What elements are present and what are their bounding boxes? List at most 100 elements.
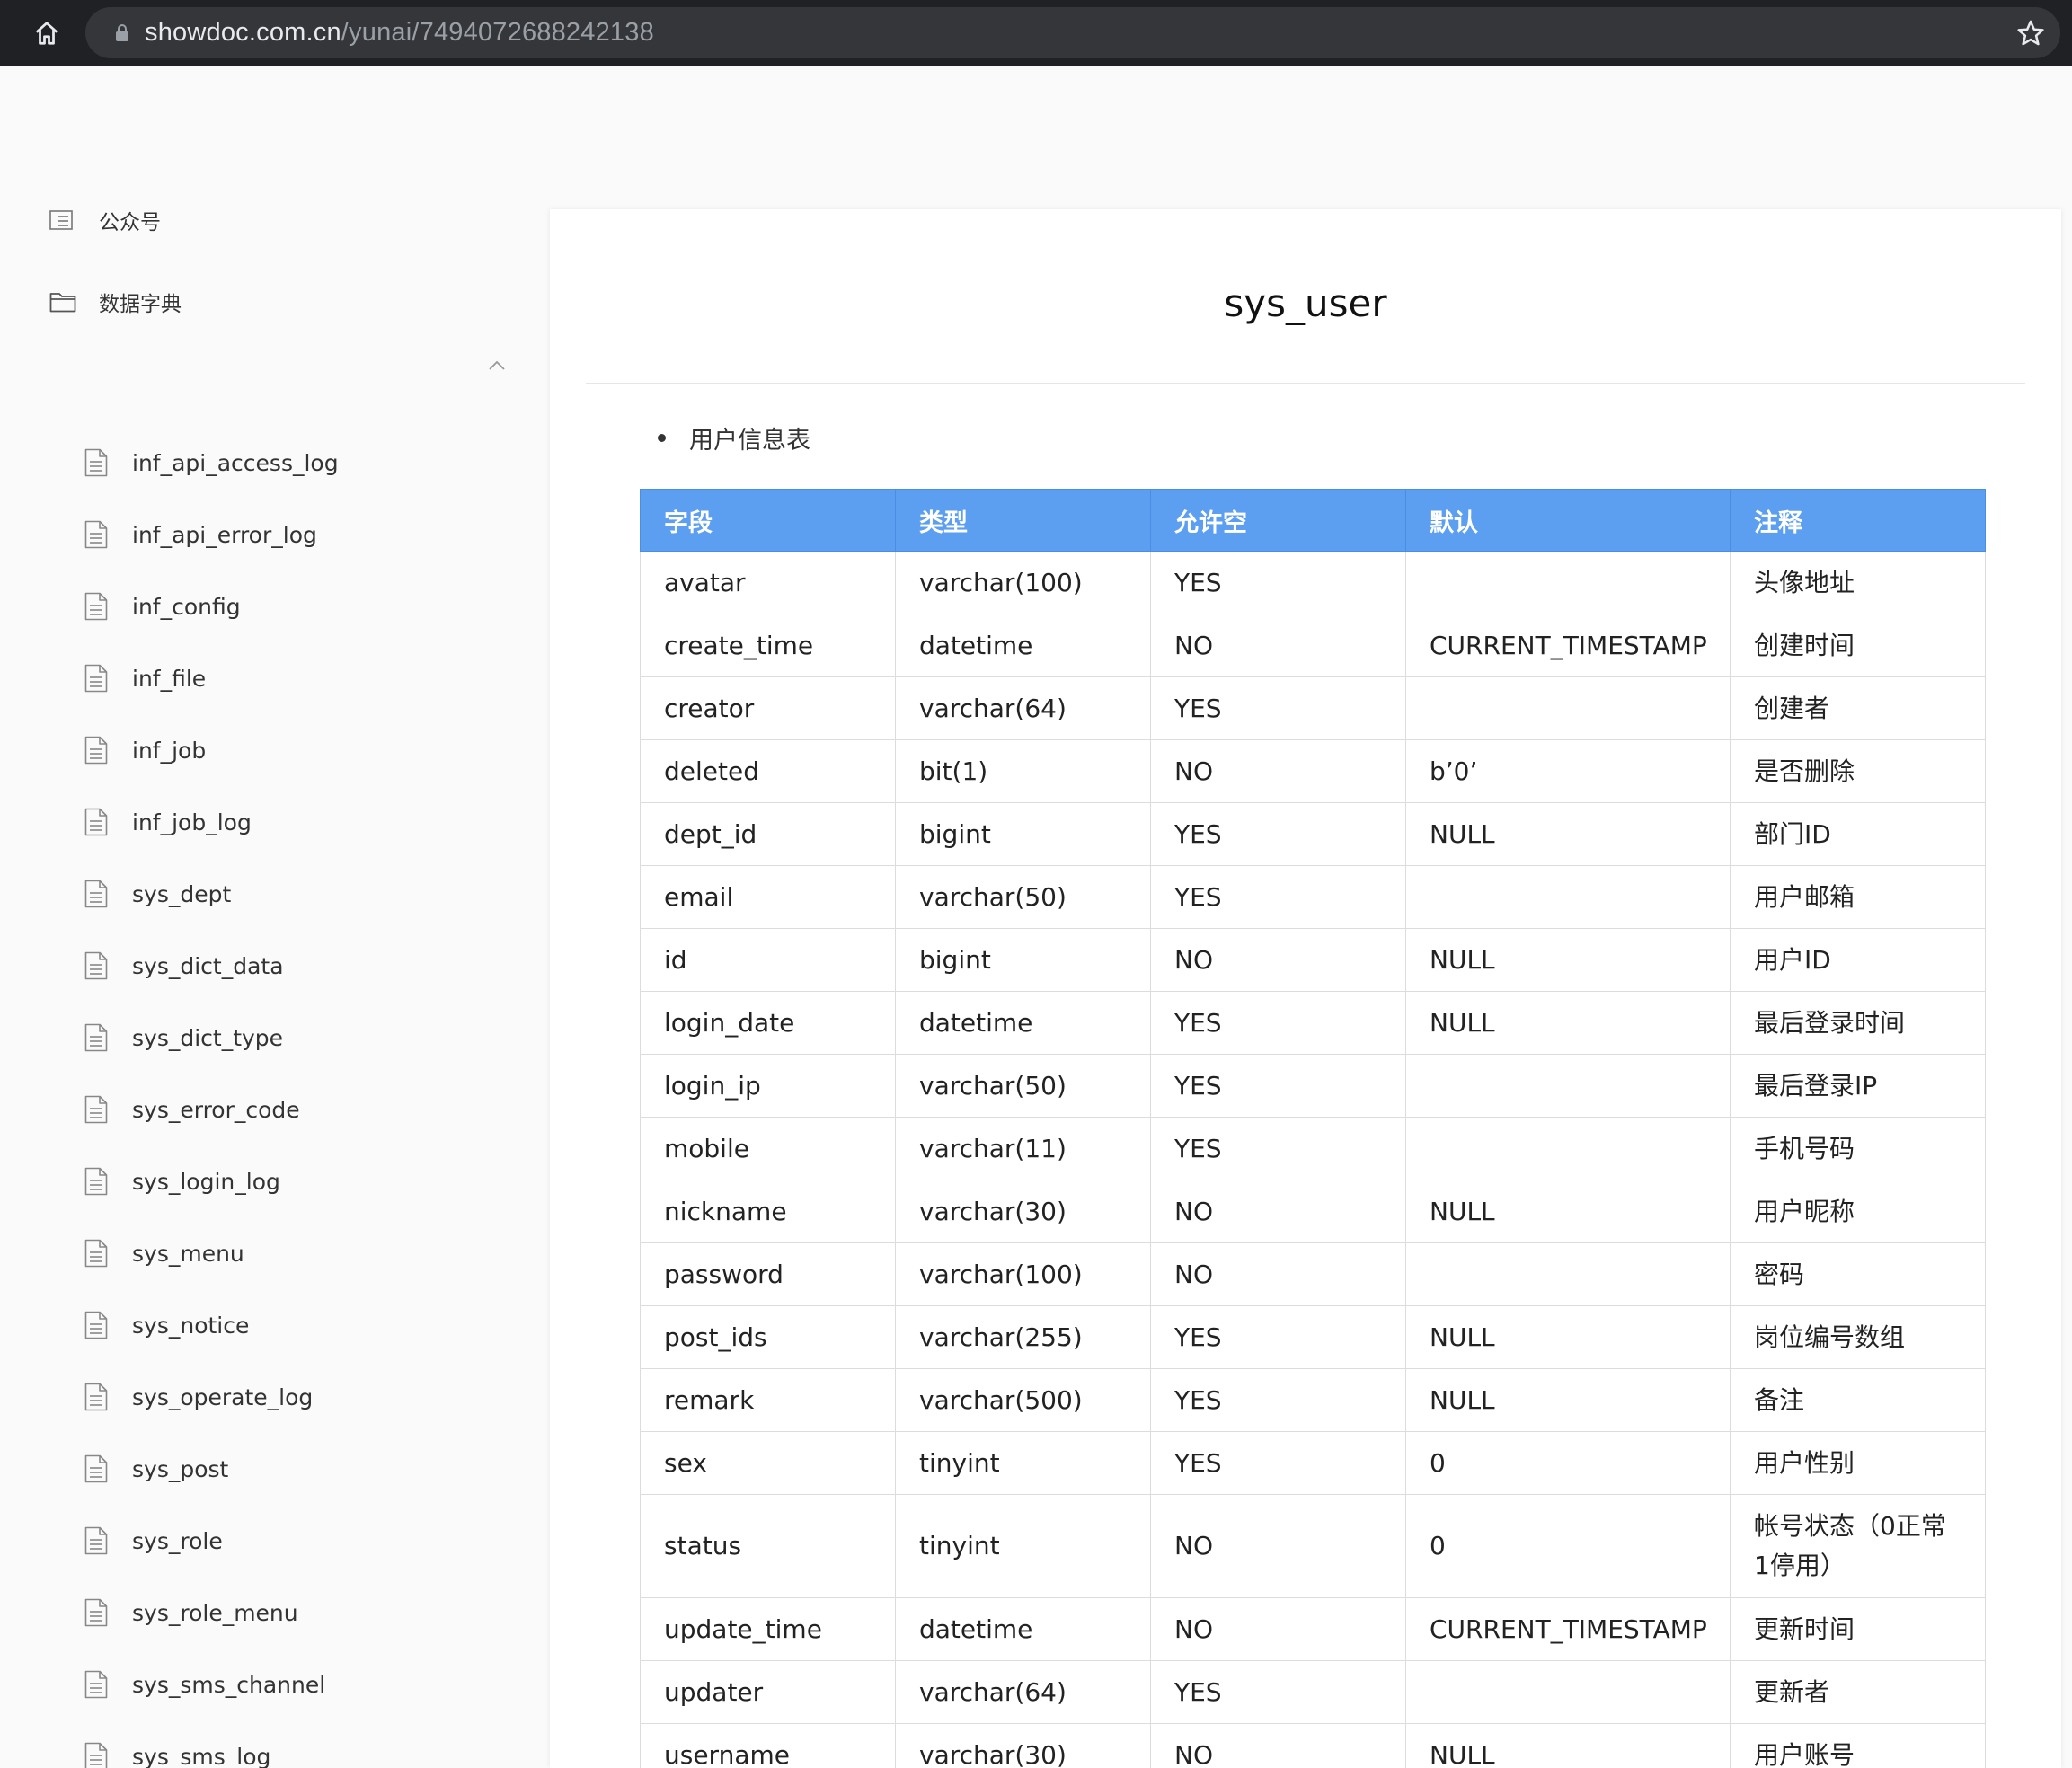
table-row: status tinyint NO 0 帐号状态（0正常 1停用） [640, 1494, 1986, 1598]
cell-default [1405, 551, 1731, 614]
description-text: 用户信息表 [689, 427, 810, 455]
sidebar-item-label: sys_error_code [132, 1096, 300, 1123]
sidebar-item-label: 数据字典 [99, 293, 182, 316]
column-header-field: 字段 [640, 489, 896, 552]
table-row: login_date datetime YES NULL 最后登录时间 [640, 991, 1986, 1055]
bookmark-star-icon[interactable] [2015, 18, 2046, 49]
cell-type: varchar(255) [895, 1305, 1151, 1369]
table-row: create_time datetime NO CURRENT_TIMESTAMP 创建… [640, 614, 1986, 677]
home-icon[interactable] [25, 14, 68, 52]
sidebar-item-sys-menu[interactable]: sys_menu [84, 1217, 339, 1289]
table-row: post_ids varchar(255) YES NULL 岗位编号数组 [640, 1305, 1986, 1369]
sidebar-item-sys-sms-log[interactable]: sys_sms_log [84, 1720, 339, 1768]
sidebar-item-label: sys_dept [132, 880, 232, 907]
cell-default: NULL [1405, 1368, 1731, 1432]
cell-nullable: NO [1150, 1494, 1406, 1598]
document-icon [84, 519, 110, 550]
document-card: sys_user 用户信息表 字段 类型 允许空 默认 注释 avatar var… [550, 209, 2061, 1768]
cell-type: tinyint [895, 1494, 1151, 1598]
sidebar-item-inf-file[interactable]: inf_file [84, 642, 339, 714]
sidebar-item-wechat[interactable]: 公众号 [49, 205, 161, 235]
url-path: /yunai/7494072688242138 [341, 18, 654, 47]
url-text: showdoc.com.cn/yunai/7494072688242138 [145, 18, 654, 48]
sidebar-item-sys-error-code[interactable]: sys_error_code [84, 1074, 339, 1145]
cell-nullable: YES [1150, 551, 1406, 614]
sidebar-item-sys-role[interactable]: sys_role [84, 1505, 339, 1577]
cell-default [1405, 1054, 1731, 1118]
sidebar-item-inf-job[interactable]: inf_job [84, 714, 339, 786]
sidebar-folder-data-dictionary[interactable]: 数据字典 [49, 287, 182, 317]
cell-field: password [640, 1242, 896, 1306]
cell-field: updater [640, 1660, 896, 1724]
cell-type: bigint [895, 802, 1151, 866]
cell-field: deleted [640, 739, 896, 803]
cell-default: NULL [1405, 928, 1731, 992]
table-row: remark varchar(500) YES NULL 备注 [640, 1368, 1986, 1432]
cell-nullable: NO [1150, 1723, 1406, 1768]
sidebar-item-label: inf_job_log [132, 809, 252, 835]
cell-nullable: YES [1150, 865, 1406, 929]
table-row: nickname varchar(30) NO NULL 用户昵称 [640, 1180, 1986, 1243]
sidebar-item-label: inf_job [132, 737, 207, 764]
table-row: password varchar(100) NO 密码 [640, 1242, 1986, 1306]
bullet-dot [658, 434, 666, 442]
document-icon [84, 1094, 110, 1125]
cell-type: varchar(30) [895, 1180, 1151, 1243]
sidebar-item-label: sys_post [132, 1455, 229, 1482]
sidebar-item-sys-operate-log[interactable]: sys_operate_log [84, 1361, 339, 1433]
sidebar-item-inf-api-error-log[interactable]: inf_api_error_log [84, 499, 339, 570]
sidebar-item-sys-post[interactable]: sys_post [84, 1433, 339, 1505]
cell-field: remark [640, 1368, 896, 1432]
document-icon [84, 591, 110, 622]
cell-field: nickname [640, 1180, 896, 1243]
sidebar-item-sys-role-menu[interactable]: sys_role_menu [84, 1577, 339, 1649]
sidebar-item-label: sys_role_menu [132, 1599, 298, 1626]
table-row: dept_id bigint YES NULL 部门ID [640, 802, 1986, 866]
cell-field: status [640, 1494, 896, 1598]
document-icon [84, 1525, 110, 1556]
document-icon [84, 1741, 110, 1768]
cell-comment: 最后登录时间 [1730, 991, 1986, 1055]
cell-default: NULL [1405, 991, 1731, 1055]
table-row: sex tinyint YES 0 用户性别 [640, 1431, 1986, 1495]
sidebar-item-inf-job-log[interactable]: inf_job_log [84, 786, 339, 858]
sidebar-item-sys-dept[interactable]: sys_dept [84, 858, 339, 930]
table-row: deleted bit(1) NO b’0’ 是否删除 [640, 739, 1986, 803]
cell-field: mobile [640, 1117, 896, 1180]
cell-nullable: YES [1150, 1368, 1406, 1432]
cell-comment: 手机号码 [1730, 1117, 1986, 1180]
sidebar-item-inf-api-access-log[interactable]: inf_api_access_log [84, 427, 339, 499]
sidebar-item-sys-dict-data[interactable]: sys_dict_data [84, 930, 339, 1002]
cell-comment: 用户账号 [1730, 1723, 1986, 1768]
table-row: email varchar(50) YES 用户邮箱 [640, 865, 1986, 929]
cell-nullable: NO [1150, 739, 1406, 803]
page-title: sys_user [1224, 281, 1387, 325]
cell-field: login_date [640, 991, 896, 1055]
document-icon [84, 735, 110, 765]
sidebar-item-label: sys_dict_type [132, 1024, 284, 1051]
sidebar-item-label: sys_dict_data [132, 952, 284, 979]
cell-field: update_time [640, 1597, 896, 1661]
cell-default: 0 [1405, 1431, 1731, 1495]
cell-default: NULL [1405, 1305, 1731, 1369]
sidebar-item-inf-config[interactable]: inf_config [84, 570, 339, 642]
cell-field: id [640, 928, 896, 992]
chevron-up-icon[interactable] [488, 358, 506, 371]
document-icon [84, 1022, 110, 1053]
cell-nullable: NO [1150, 928, 1406, 992]
address-bar[interactable]: showdoc.com.cn/yunai/7494072688242138 [85, 7, 2060, 58]
sidebar-item-sys-dict-type[interactable]: sys_dict_type [84, 1002, 339, 1074]
cell-nullable: YES [1150, 1431, 1406, 1495]
cell-default [1405, 676, 1731, 740]
cell-field: post_ids [640, 1305, 896, 1369]
sidebar-item-sys-login-log[interactable]: sys_login_log [84, 1145, 339, 1217]
cell-field: email [640, 865, 896, 929]
sidebar-item-sys-notice[interactable]: sys_notice [84, 1289, 339, 1361]
cell-default: b’0’ [1405, 739, 1731, 803]
cell-comment: 用户昵称 [1730, 1180, 1986, 1243]
browser-toolbar: showdoc.com.cn/yunai/7494072688242138 [0, 0, 2072, 66]
sidebar-item-sys-sms-channel[interactable]: sys_sms_channel [84, 1649, 339, 1720]
cell-comment: 用户ID [1730, 928, 1986, 992]
cell-nullable: YES [1150, 991, 1406, 1055]
cell-nullable: NO [1150, 1242, 1406, 1306]
